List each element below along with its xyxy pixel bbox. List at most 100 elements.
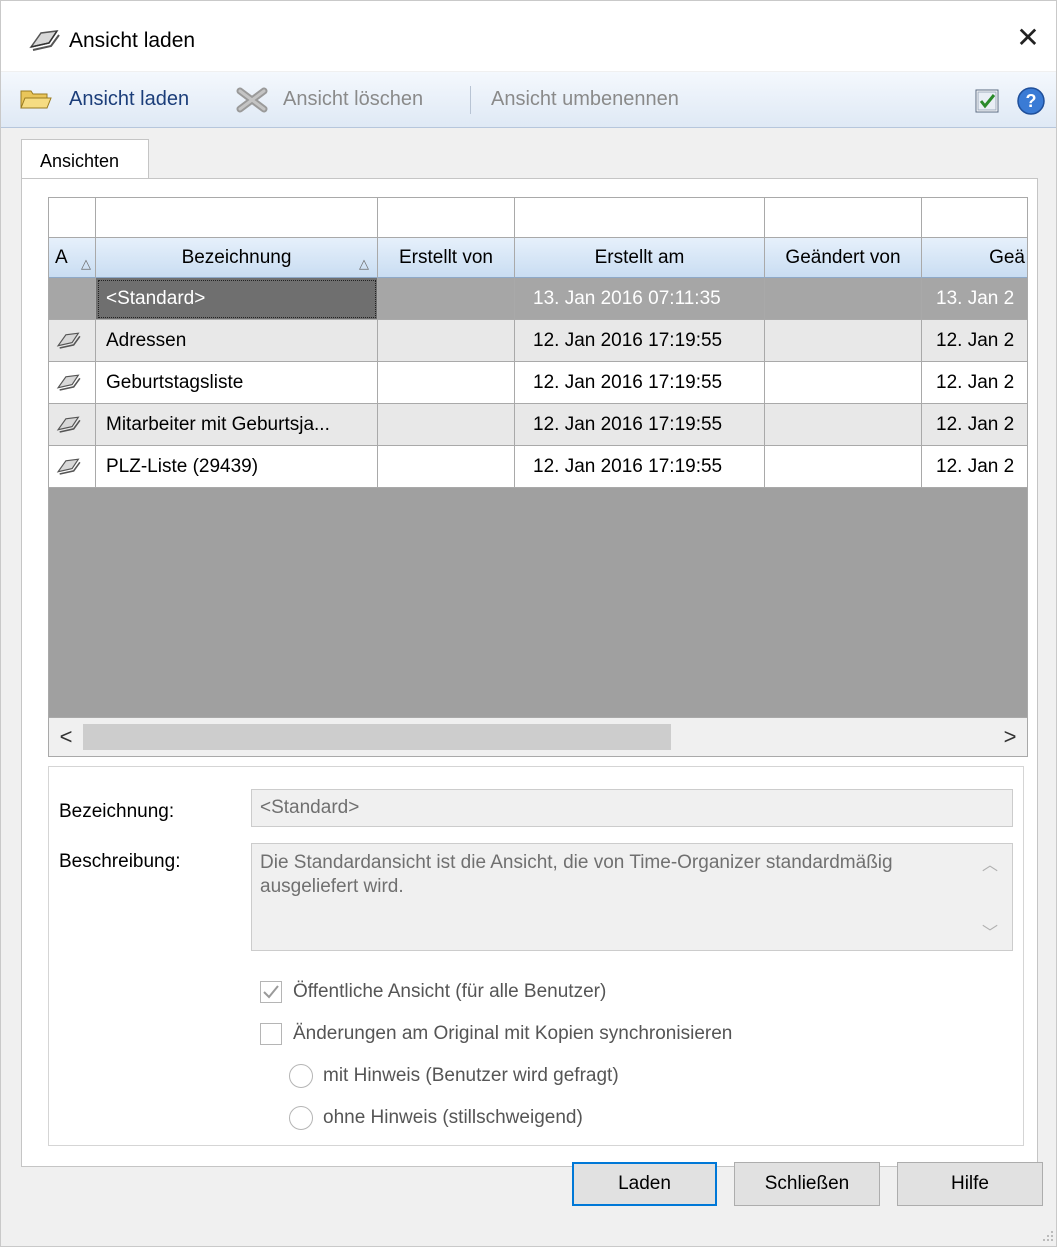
table-row[interactable]: PLZ-Liste (29439) 12. Jan 2016 17:19:55 … [49, 446, 1027, 488]
column-header-label: Bezeichnung [181, 247, 292, 268]
column-header-created-at[interactable]: Erstellt am [515, 238, 765, 278]
view-icon [29, 30, 60, 51]
row-created-by-cell[interactable] [378, 362, 515, 404]
view-icon [56, 332, 81, 349]
row-created-at-cell[interactable]: 12. Jan 2016 17:19:55 [515, 446, 765, 488]
row-created-by-cell[interactable] [378, 320, 515, 362]
table-row[interactable]: <Standard> 13. Jan 2016 07:11:35 13. Jan… [49, 278, 1027, 320]
column-header-label: A [55, 247, 68, 268]
load-button[interactable]: Laden [572, 1162, 717, 1206]
row-created-at-cell[interactable]: 12. Jan 2016 17:19:55 [515, 320, 765, 362]
row-created-at-cell[interactable]: 13. Jan 2016 07:11:35 [515, 278, 765, 320]
row-icon-cell [49, 362, 96, 404]
row-changed-by-cell[interactable] [765, 278, 922, 320]
help-icon[interactable]: ? [1016, 86, 1046, 116]
horizontal-scrollbar[interactable]: < > [48, 717, 1028, 757]
help-button[interactable]: Hilfe [897, 1162, 1043, 1206]
view-icon [56, 374, 81, 391]
row-created-by-cell[interactable] [378, 446, 515, 488]
row-icon-cell [49, 278, 96, 320]
name-label: Bezeichnung: [59, 801, 175, 822]
close-button[interactable]: Schließen [734, 1162, 880, 1206]
close-icon[interactable]: ✕ [1011, 21, 1045, 55]
description-label: Beschreibung: [59, 851, 181, 872]
row-changed-by-cell[interactable] [765, 362, 922, 404]
svg-text:?: ? [1026, 91, 1037, 111]
tab-strip: Ansichten [21, 139, 1038, 181]
folder-open-icon [20, 90, 52, 109]
load-view-label: Ansicht laden [69, 88, 190, 110]
window-title: Ansicht laden [69, 29, 196, 52]
checklist-icon[interactable] [975, 89, 999, 113]
row-name-cell[interactable]: Adressen [96, 320, 378, 362]
row-created-at-cell[interactable]: 12. Jan 2016 17:19:55 [515, 362, 765, 404]
details-group: Bezeichnung: <Standard> Beschreibung: Di… [48, 766, 1024, 1146]
scroll-down-icon[interactable]: ﹀ [982, 922, 998, 946]
row-changed-at-cell[interactable]: 12. Jan 2 [922, 446, 1027, 488]
checkmark-icon [263, 985, 279, 999]
filter-cell[interactable] [765, 198, 922, 238]
row-created-by-cell[interactable] [378, 404, 515, 446]
notify-radio-label: mit Hinweis (Benutzer wird gefragt) [323, 1065, 619, 1086]
toolbar-separator [470, 86, 471, 114]
row-name-cell[interactable]: PLZ-Liste (29439) [96, 446, 378, 488]
views-grid[interactable]: A △ Bezeichnung △ Erstellt von Erstellt am… [48, 197, 1028, 757]
scroll-right-icon[interactable]: > [993, 718, 1027, 756]
column-header-created-by[interactable]: Erstellt von [378, 238, 515, 278]
name-field[interactable]: <Standard> [251, 789, 1013, 827]
row-changed-by-cell[interactable] [765, 446, 922, 488]
filter-cell[interactable] [515, 198, 765, 238]
table-row[interactable]: Geburtstagsliste 12. Jan 2016 17:19:55 1… [49, 362, 1027, 404]
notify-radio[interactable] [289, 1064, 313, 1088]
row-name-cell[interactable]: Geburtstagsliste [96, 362, 378, 404]
filter-row [49, 198, 1027, 238]
rename-view-button[interactable]: Ansicht umbenennen [491, 72, 679, 127]
description-field[interactable]: Die Standardansicht ist die Ansicht, die… [251, 843, 1013, 951]
resize-grip-icon[interactable] [1041, 1229, 1055, 1243]
row-icon-cell [49, 320, 96, 362]
sort-asc-icon: △ [81, 256, 91, 271]
row-changed-by-cell[interactable] [765, 320, 922, 362]
sync-copies-checkbox[interactable] [260, 1023, 282, 1045]
row-changed-at-cell[interactable]: 12. Jan 2 [922, 362, 1027, 404]
delete-x-icon [236, 87, 268, 113]
filter-cell[interactable] [96, 198, 378, 238]
column-header-name[interactable]: Bezeichnung △ [96, 238, 378, 278]
sync-copies-label: Änderungen am Original mit Kopien synchr… [293, 1023, 733, 1044]
row-changed-at-cell[interactable]: 13. Jan 2 [922, 278, 1027, 320]
filter-cell[interactable] [922, 198, 1027, 238]
scroll-left-icon[interactable]: < [49, 718, 83, 756]
table-row[interactable]: Mitarbeiter mit Geburtsja... 12. Jan 201… [49, 404, 1027, 446]
header-row: A △ Bezeichnung △ Erstellt von Erstellt am… [49, 238, 1027, 278]
public-view-checkbox[interactable] [260, 981, 282, 1003]
public-view-label: Öffentliche Ansicht (für alle Benutzer) [293, 981, 607, 1002]
dialog-window: Ansicht laden ✕ Ansicht laden Ansicht lö… [0, 0, 1057, 1247]
view-icon [56, 458, 81, 475]
view-icon [56, 416, 81, 433]
column-header-changed-by[interactable]: Geändert von [765, 238, 922, 278]
silent-radio[interactable] [289, 1106, 313, 1130]
scroll-up-icon[interactable]: ︿ [982, 854, 998, 878]
silent-radio-label: ohne Hinweis (stillschweigend) [323, 1107, 583, 1128]
filter-cell[interactable] [49, 198, 96, 238]
scrollbar-thumb[interactable] [83, 724, 671, 750]
row-icon-cell [49, 404, 96, 446]
row-name-cell[interactable]: <Standard> [96, 278, 378, 320]
delete-view-label: Ansicht löschen [283, 88, 424, 110]
row-created-at-cell[interactable]: 12. Jan 2016 17:19:55 [515, 404, 765, 446]
row-changed-at-cell[interactable]: 12. Jan 2 [922, 404, 1027, 446]
row-changed-by-cell[interactable] [765, 404, 922, 446]
column-header-changed-at[interactable]: Geä [922, 238, 1027, 278]
column-header-a[interactable]: A △ [49, 238, 96, 278]
row-created-by-cell[interactable] [378, 278, 515, 320]
tab-views[interactable]: Ansichten [21, 139, 149, 181]
row-name-cell[interactable]: Mitarbeiter mit Geburtsja... [96, 404, 378, 446]
table-row[interactable]: Adressen 12. Jan 2016 17:19:55 12. Jan 2 [49, 320, 1027, 362]
title-bar: Ansicht laden ✕ [1, 1, 1056, 71]
filter-cell[interactable] [378, 198, 515, 238]
description-text: Die Standardansicht ist die Ansicht, die… [260, 852, 893, 897]
row-changed-at-cell[interactable]: 12. Jan 2 [922, 320, 1027, 362]
row-icon-cell [49, 446, 96, 488]
toolbar: Ansicht laden Ansicht löschen Ansicht um… [1, 72, 1056, 128]
sort-asc-icon: △ [359, 256, 369, 271]
